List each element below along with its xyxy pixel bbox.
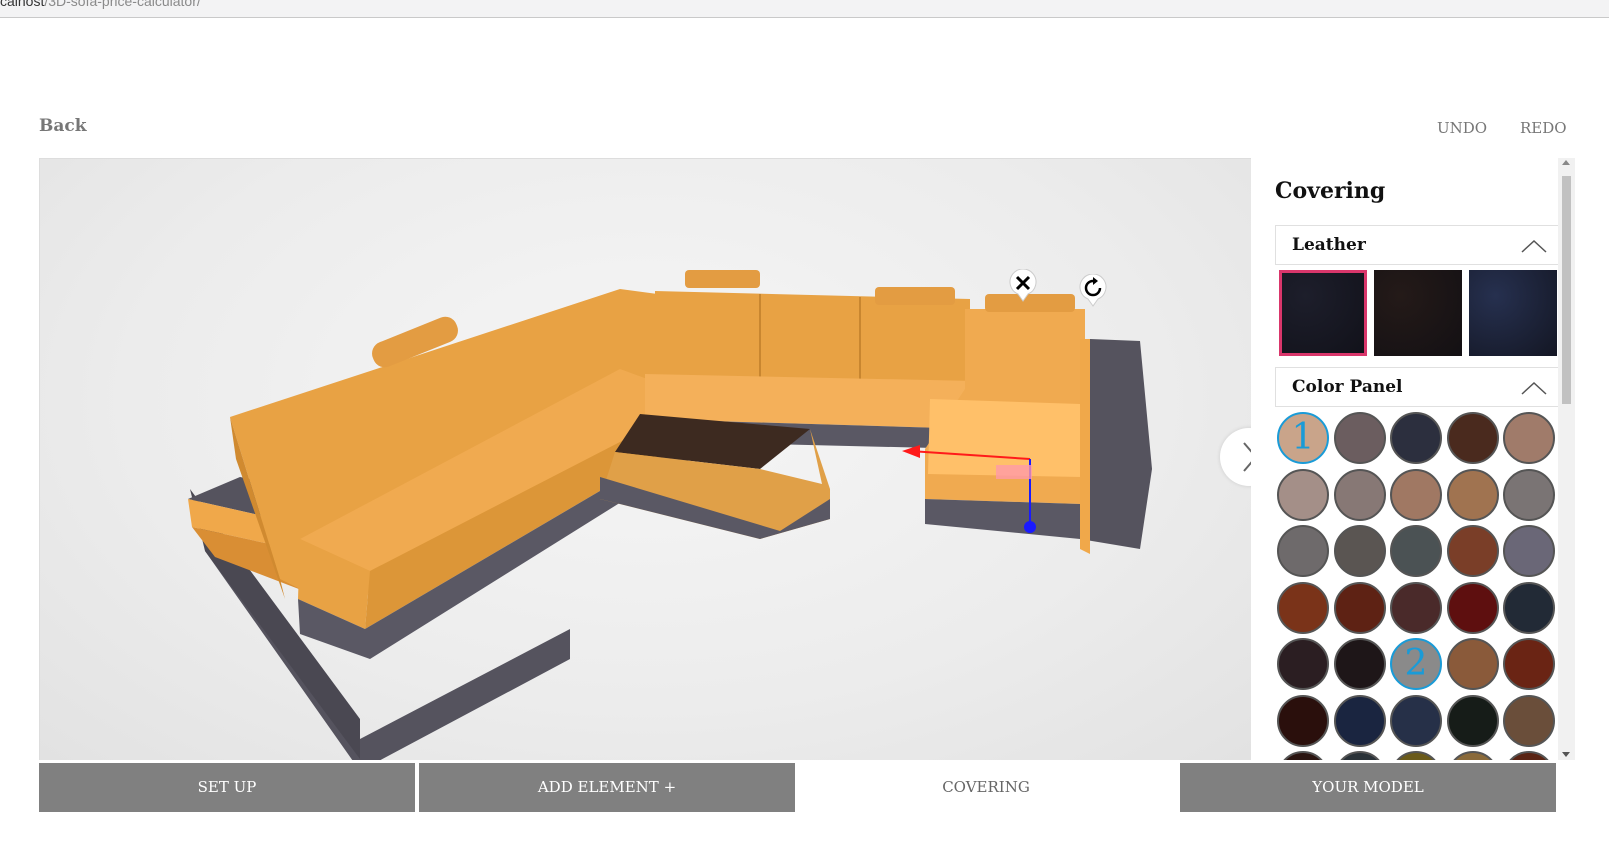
color-swatch[interactable] bbox=[1277, 751, 1329, 760]
color-swatch[interactable] bbox=[1333, 751, 1386, 760]
color-marker-number: 1 bbox=[1291, 417, 1315, 458]
color-swatch[interactable] bbox=[1446, 468, 1499, 521]
color-panel-label: Color Panel bbox=[1292, 377, 1403, 397]
color-swatch[interactable] bbox=[1277, 638, 1329, 690]
sofa-right-end-block bbox=[1080, 339, 1152, 549]
chevron-up-icon bbox=[1521, 239, 1547, 253]
3d-viewport[interactable] bbox=[39, 158, 1251, 760]
color-swatch[interactable] bbox=[1277, 468, 1329, 521]
color-swatch[interactable] bbox=[1446, 694, 1499, 747]
tab-add-element[interactable]: ADD ELEMENT + bbox=[419, 763, 795, 812]
scrollbar-thumb[interactable] bbox=[1562, 176, 1571, 404]
color-swatch[interactable] bbox=[1390, 694, 1442, 747]
back-link[interactable]: Back bbox=[39, 116, 87, 136]
leather-swatch-dark-navy-leather[interactable] bbox=[1279, 270, 1367, 356]
remove-element-icon[interactable] bbox=[1008, 269, 1038, 303]
color-swatch[interactable] bbox=[1503, 412, 1555, 464]
color-swatch[interactable] bbox=[1446, 751, 1499, 760]
color-swatch[interactable] bbox=[1503, 468, 1555, 521]
browser-url-bar[interactable]: calhost/3D-sofa-price-calculator/ bbox=[0, 0, 1609, 18]
color-swatch[interactable] bbox=[1446, 525, 1499, 577]
color-swatch[interactable] bbox=[1333, 581, 1386, 634]
browser-url[interactable]: calhost/3D-sofa-price-calculator/ bbox=[0, 0, 201, 9]
tab-your-model[interactable]: YOUR MODEL bbox=[1180, 763, 1556, 812]
leather-swatch-navy-blue-leather[interactable] bbox=[1469, 270, 1557, 356]
color-swatch[interactable] bbox=[1333, 468, 1386, 521]
color-swatch[interactable] bbox=[1333, 694, 1386, 747]
leather-swatch-dark-brown-leather[interactable] bbox=[1374, 270, 1462, 356]
color-swatch[interactable] bbox=[1390, 468, 1442, 521]
color-swatch[interactable] bbox=[1446, 638, 1499, 690]
rotate-element-icon[interactable] bbox=[1078, 274, 1108, 308]
redo-button[interactable]: REDO bbox=[1520, 119, 1567, 137]
scroll-up-icon[interactable] bbox=[1562, 160, 1570, 165]
panel-title: Covering bbox=[1275, 178, 1386, 204]
color-swatch[interactable] bbox=[1503, 638, 1555, 690]
color-swatch[interactable]: 1 bbox=[1277, 412, 1329, 464]
color-swatch[interactable] bbox=[1503, 751, 1555, 760]
scroll-down-icon[interactable] bbox=[1562, 752, 1570, 757]
color-swatch[interactable] bbox=[1390, 751, 1442, 760]
color-swatch[interactable] bbox=[1277, 694, 1329, 747]
chevron-up-icon bbox=[1521, 381, 1547, 395]
color-swatch[interactable] bbox=[1390, 412, 1442, 464]
tab-set-up[interactable]: SET UP bbox=[39, 763, 415, 812]
color-swatch[interactable] bbox=[1277, 525, 1329, 577]
color-swatch[interactable] bbox=[1390, 525, 1442, 577]
color-swatch[interactable] bbox=[1333, 412, 1386, 464]
color-panel-accordion-header[interactable]: Color Panel bbox=[1275, 367, 1559, 407]
color-swatch[interactable] bbox=[1277, 581, 1329, 634]
color-swatch[interactable] bbox=[1503, 694, 1555, 747]
leather-accordion-header[interactable]: Leather bbox=[1275, 225, 1559, 265]
undo-button[interactable]: UNDO bbox=[1437, 119, 1487, 137]
color-swatch[interactable] bbox=[1333, 525, 1386, 577]
color-swatch[interactable] bbox=[1446, 412, 1499, 464]
sofa-render[interactable] bbox=[40, 159, 1251, 760]
color-swatch[interactable] bbox=[1333, 638, 1386, 690]
tab-covering[interactable]: COVERING bbox=[798, 763, 1174, 812]
color-swatch[interactable] bbox=[1503, 525, 1555, 577]
color-swatch[interactable] bbox=[1503, 581, 1555, 634]
color-marker-number: 2 bbox=[1404, 643, 1428, 684]
color-swatch[interactable] bbox=[1390, 581, 1442, 634]
leather-label: Leather bbox=[1292, 235, 1366, 255]
panel-scrollbar[interactable] bbox=[1558, 158, 1575, 760]
color-swatch[interactable]: 2 bbox=[1390, 638, 1442, 690]
color-swatch[interactable] bbox=[1446, 581, 1499, 634]
covering-panel: Covering Leather Color Panel 1 2 bbox=[1251, 158, 1575, 760]
